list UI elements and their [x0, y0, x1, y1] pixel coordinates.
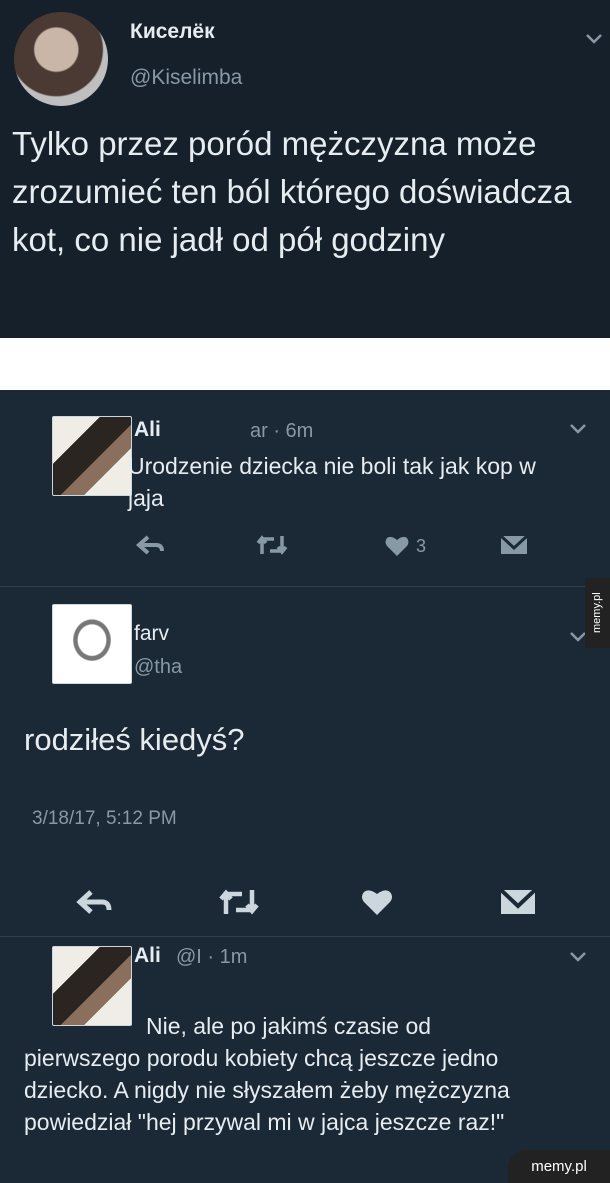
separator: [0, 338, 610, 390]
avatar[interactable]: [52, 416, 132, 496]
chevron-down-icon[interactable]: [568, 422, 588, 436]
tweet-meta: @I · 1m: [176, 946, 248, 968]
divider: [0, 936, 610, 937]
like-count: 3: [416, 536, 427, 556]
chevron-down-icon[interactable]: [583, 28, 605, 50]
avatar[interactable]: [52, 604, 132, 684]
user-name[interactable]: Ali: [134, 944, 161, 968]
tweet-text-line1: Nie, ale po jakimś czasie od: [146, 1013, 432, 1039]
avatar[interactable]: [14, 12, 108, 106]
watermark: memy.pl: [585, 578, 610, 648]
tweet-text: pierwszego porodu kobiety chcą jeszcze j…: [24, 1045, 510, 1135]
user-handle[interactable]: @tha: [134, 656, 182, 679]
watermark: memy.pl: [508, 1150, 610, 1183]
avatar[interactable]: [52, 946, 132, 1026]
reply-thread: Ali ar · 6m Urodzenie dziecka nie boli t…: [0, 390, 610, 1183]
top-tweet: Киселёк @Kiselimba Tylko przez poród męż…: [0, 0, 610, 338]
heart-icon[interactable]: [360, 888, 394, 916]
tweet-text: rodziłeś kiedyś?: [24, 722, 245, 757]
reply-icon[interactable]: [76, 888, 112, 916]
user-handle[interactable]: @Kiselimba: [130, 66, 242, 90]
tweet-text: Tylko przez poród mężczyzna może zrozumi…: [12, 125, 572, 258]
user-name[interactable]: Киселёк: [130, 20, 215, 44]
retweet-icon[interactable]: [218, 888, 260, 916]
tweet-text: Urodzenie dziecka nie boli tak jak kop w…: [128, 453, 536, 511]
user-name[interactable]: farv: [134, 622, 169, 646]
envelope-icon[interactable]: [500, 888, 536, 916]
tweet-meta: ar · 6m: [250, 420, 314, 442]
tweet-date: 3/18/17, 5:12 PM: [32, 808, 177, 829]
divider: [0, 586, 610, 587]
user-name[interactable]: Ali: [134, 418, 161, 442]
heart-icon[interactable]: [384, 535, 410, 557]
envelope-icon[interactable]: [500, 534, 528, 556]
reply-icon[interactable]: [136, 534, 164, 556]
retweet-icon[interactable]: [256, 534, 288, 556]
chevron-down-icon[interactable]: [568, 950, 588, 964]
